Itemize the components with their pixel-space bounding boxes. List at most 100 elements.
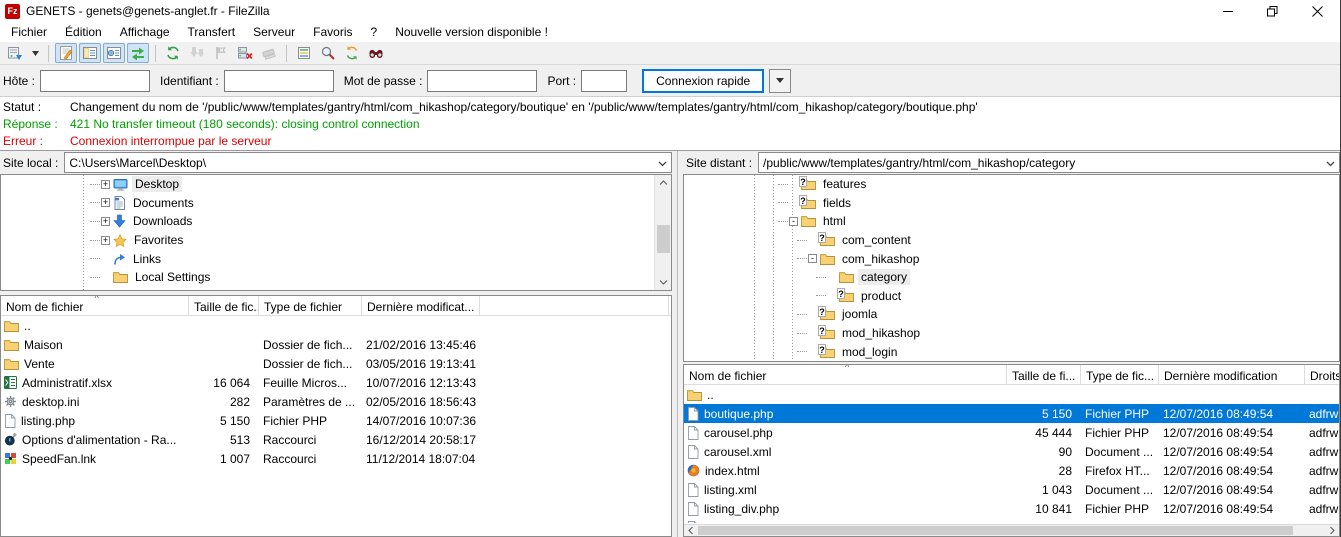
username-input[interactable] xyxy=(224,70,334,92)
menu-item-nouvelle-version-disponible[interactable]: Nouvelle version disponible ! xyxy=(386,23,557,41)
column-header-nom-de-fichier[interactable]: Nom de fichier^ xyxy=(1,296,189,315)
expand-toggle[interactable]: + xyxy=(101,217,110,226)
file-row-options-d-alimentation-ra[interactable]: Options d'alimentation - Ra...513Raccour… xyxy=(1,430,671,449)
log-row: Statut :Changement du nom de '/public/ww… xyxy=(0,99,1340,116)
host-input[interactable] xyxy=(40,70,150,92)
expand-toggle[interactable]: - xyxy=(808,254,817,263)
tree-item-mod-hikashop[interactable]: ?mod_hikashop xyxy=(684,324,1339,343)
file-row-carousel-xml[interactable]: carousel.xml90Document ...12/07/2016 08:… xyxy=(684,442,1339,461)
file-row-speedfan-lnk[interactable]: SpeedFan.lnk1 007Raccourci11/12/2014 18:… xyxy=(1,449,671,468)
column-header-taille-de-fi[interactable]: Taille de fi... xyxy=(1007,365,1081,384)
chevron-down-icon[interactable] xyxy=(654,156,667,170)
file-row-boutique-php[interactable]: boutique.php5 150Fichier PHP12/07/2016 0… xyxy=(684,404,1339,423)
tree-item-favorites[interactable]: +Favorites xyxy=(1,231,671,250)
column-header-taille-de-fic[interactable]: Taille de fic... xyxy=(189,296,259,315)
file-row-up[interactable]: .. xyxy=(1,316,671,335)
file-row-maison[interactable]: MaisonDossier de fich...21/02/2016 13:45… xyxy=(1,335,671,354)
tree-item-documents[interactable]: +Documents xyxy=(1,194,671,213)
scroll-right-icon[interactable] xyxy=(1326,525,1339,536)
file-name-cell: Vente xyxy=(1,357,189,371)
menu-item-favoris[interactable]: Favoris xyxy=(304,23,361,41)
pane-splitter[interactable] xyxy=(672,151,683,537)
column-header-type-de-fichier[interactable]: Type de fichier xyxy=(259,296,362,315)
tree-item-fields[interactable]: ?fields xyxy=(684,194,1339,213)
file-size-cell: 1 043 xyxy=(1007,483,1081,497)
tree-icon-wrap xyxy=(113,234,127,247)
tree-item-com-content[interactable]: ?com_content xyxy=(684,231,1339,250)
toolbar-disconnect-button[interactable] xyxy=(234,43,256,63)
tree-item-features[interactable]: ?features xyxy=(684,175,1339,194)
password-input[interactable] xyxy=(427,70,537,92)
file-row-vente[interactable]: VenteDossier de fich...03/05/2016 19:13:… xyxy=(1,354,671,373)
expand-toggle[interactable]: - xyxy=(789,217,798,226)
menu-item-affichage[interactable]: Affichage xyxy=(111,23,179,41)
remote-path-combo[interactable]: /public/www/templates/gantry/html/com_hi… xyxy=(758,152,1340,173)
window-controls xyxy=(1205,0,1340,22)
toolbar-remote-tree-button[interactable] xyxy=(103,43,125,63)
tree-item-com-hikashop[interactable]: -com_hikashop xyxy=(684,249,1339,268)
tree-connector xyxy=(797,314,807,315)
file-date-cell: 16/12/2014 20:58:17 xyxy=(362,433,480,447)
menu-item-serveur[interactable]: Serveur xyxy=(244,23,304,41)
scroll-left-icon[interactable] xyxy=(684,525,697,536)
column-header-type-de-fic[interactable]: Type de fic... xyxy=(1081,365,1159,384)
tree-item-downloads[interactable]: +Downloads xyxy=(1,212,671,231)
tree-item-desktop[interactable]: +Desktop xyxy=(1,175,671,194)
local-path-combo[interactable]: C:\Users\Marcel\Desktop\ xyxy=(64,152,672,173)
file-row-administratif-xlsx[interactable]: Administratif.xlsx16 064Feuille Micros..… xyxy=(1,373,671,392)
expand-toggle[interactable]: + xyxy=(101,236,110,245)
toolbar-local-tree-button[interactable] xyxy=(79,43,101,63)
tree-item-mod-login[interactable]: ?mod_login xyxy=(684,342,1339,361)
port-input[interactable] xyxy=(581,70,627,92)
file-row-carousel-php[interactable]: carousel.php45 444Fichier PHP12/07/2016 … xyxy=(684,423,1339,442)
toolbar-compare-button[interactable] xyxy=(317,43,339,63)
quickconnect-button[interactable]: Connexion rapide xyxy=(642,69,764,93)
file-row-up[interactable]: .. xyxy=(684,385,1339,404)
page-icon xyxy=(687,426,699,440)
file-name-cell: .. xyxy=(1,319,189,333)
file-date-cell: 10/07/2016 12:13:43 xyxy=(362,376,480,390)
restore-button[interactable] xyxy=(1250,0,1295,22)
toolbar-cancel-button[interactable] xyxy=(210,43,232,63)
file-row-listing-div-php[interactable]: listing_div.php10 841Fichier PHP12/07/20… xyxy=(684,499,1339,518)
tree-item-links[interactable]: Links xyxy=(1,249,671,268)
tree-item-joomla[interactable]: ?joomla xyxy=(684,305,1339,324)
chevron-down-icon[interactable] xyxy=(1322,156,1335,170)
expand-toggle[interactable]: + xyxy=(101,198,110,207)
quickconnect-dropdown[interactable] xyxy=(769,69,791,93)
toolbar-process-queue-button[interactable] xyxy=(186,43,208,63)
tree-item-product[interactable]: ?product xyxy=(684,287,1339,306)
toolbar-filter-button[interactable] xyxy=(293,43,315,63)
toolbar-find-button[interactable] xyxy=(365,43,387,63)
toolbar-site-manager-dropdown[interactable] xyxy=(28,43,42,63)
file-row-listing-php[interactable]: listing.php5 150Fichier PHP14/07/2016 10… xyxy=(1,411,671,430)
close-button[interactable] xyxy=(1295,0,1340,22)
column-header-droits[interactable]: Droits xyxy=(1305,365,1339,384)
file-row-listing-img-php[interactable]: listing_img.php1 292Fichier PHP12/07/201… xyxy=(684,518,1339,523)
remote-horizontal-scrollbar[interactable] xyxy=(684,524,1339,536)
toolbar-message-log-button[interactable] xyxy=(55,43,77,63)
file-row-listing-xml[interactable]: listing.xml1 043Document ...12/07/2016 0… xyxy=(684,480,1339,499)
minimize-button[interactable] xyxy=(1205,0,1250,22)
menu-item-fichier[interactable]: Fichier xyxy=(2,23,56,41)
file-row-index-html[interactable]: index.html28Firefox HT...12/07/2016 08:4… xyxy=(684,461,1339,480)
column-header-nom-de-fichier[interactable]: Nom de fichier^ xyxy=(684,365,1007,384)
file-perms-cell: adfrw xyxy=(1305,483,1339,497)
column-header-derni-re-modificat[interactable]: Dernière modificat... xyxy=(362,296,480,315)
menu-item-dition[interactable]: Édition xyxy=(56,23,111,41)
column-header-derni-re-modification[interactable]: Dernière modification xyxy=(1159,365,1305,384)
file-row-desktop-ini[interactable]: desktop.ini282Paramètres de ...02/05/201… xyxy=(1,392,671,411)
toolbar-reconnect-button[interactable] xyxy=(258,43,280,63)
tree-item-html[interactable]: -html xyxy=(684,212,1339,231)
expand-toggle[interactable]: + xyxy=(101,180,110,189)
toolbar-synchronized-browsing-button[interactable] xyxy=(341,43,363,63)
page-icon xyxy=(687,445,699,459)
toolbar-refresh-button[interactable] xyxy=(162,43,184,63)
tree-item-local-settings[interactable]: Local Settings xyxy=(1,268,671,287)
toolbar-site-manager-button[interactable] xyxy=(4,43,26,63)
menu-item-transfert[interactable]: Transfert xyxy=(179,23,245,41)
menu-item-up[interactable]: ? xyxy=(362,23,387,41)
scrollbar-thumb[interactable] xyxy=(698,526,1293,535)
toolbar-transfer-queue-button[interactable] xyxy=(127,43,149,63)
tree-item-category[interactable]: category xyxy=(684,268,1339,287)
